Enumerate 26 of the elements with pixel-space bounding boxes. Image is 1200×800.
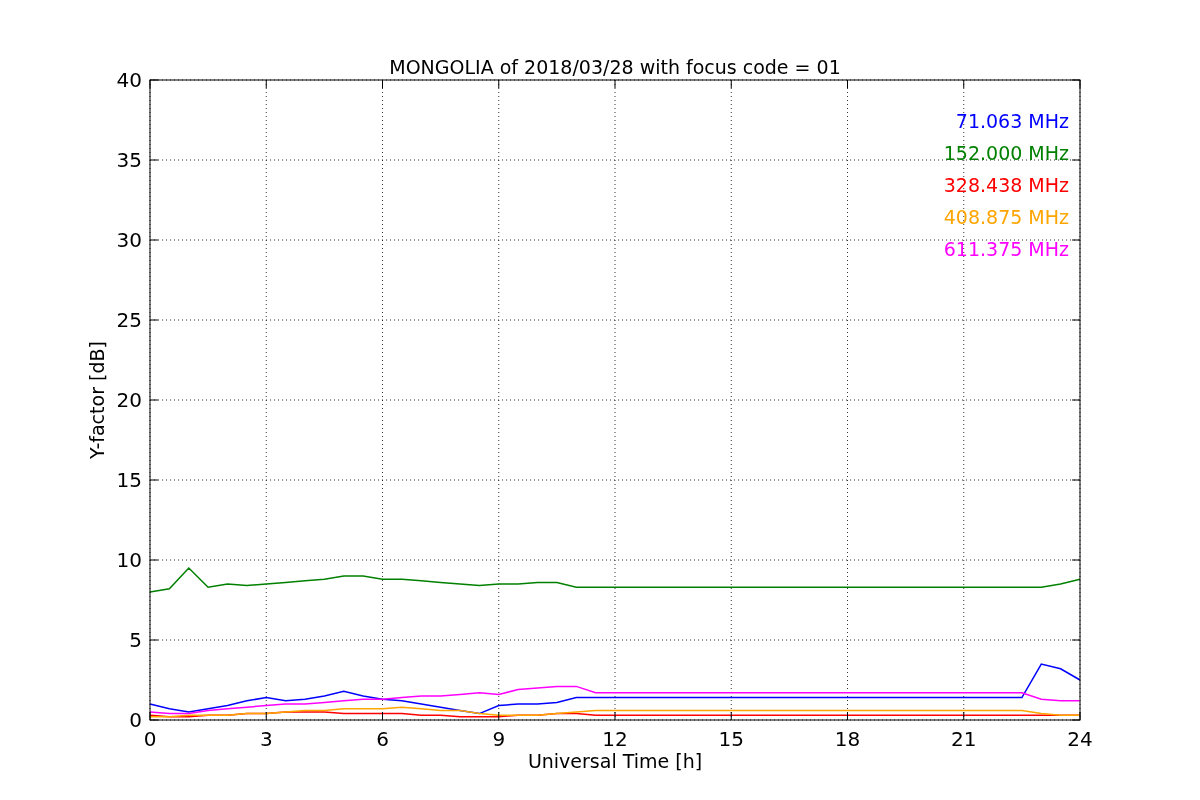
legend-label: 611.375 MHz [943, 238, 1069, 260]
x-tick-label: 21 [951, 727, 977, 751]
x-tick-label: 6 [376, 727, 389, 751]
legend-label: 152.000 MHz [943, 142, 1069, 164]
y-tick-label: 35 [116, 148, 142, 172]
chart-title: MONGOLIA of 2018/03/28 with focus code = 01 [389, 56, 841, 78]
legend-label: 408.875 MHz [943, 206, 1069, 228]
x-tick-label: 12 [602, 727, 628, 751]
x-axis-label: Universal Time [h] [527, 750, 703, 772]
x-tick-label: 24 [1067, 727, 1093, 751]
y-tick-label: 10 [116, 548, 142, 572]
x-tick-label: 0 [143, 727, 157, 751]
x-tick-label: 3 [259, 727, 273, 751]
x-tick-label: 15 [718, 727, 744, 751]
y-tick-label: 15 [116, 468, 142, 492]
y-axis-label: Y-factor [dB] [86, 341, 108, 459]
y-tick-label: 25 [116, 308, 142, 332]
y-tick-label: 40 [116, 68, 142, 92]
y-tick-label: 30 [116, 228, 142, 252]
y-tick-label: 5 [129, 628, 142, 652]
y-tick-label: 0 [129, 708, 142, 732]
y-tick-label: 20 [116, 388, 142, 412]
x-tick-label: 9 [492, 727, 506, 751]
legend-label: 328.438 MHz [943, 174, 1069, 196]
legend-label: 71.063 MHz [955, 110, 1069, 132]
x-tick-label: 18 [834, 727, 861, 751]
